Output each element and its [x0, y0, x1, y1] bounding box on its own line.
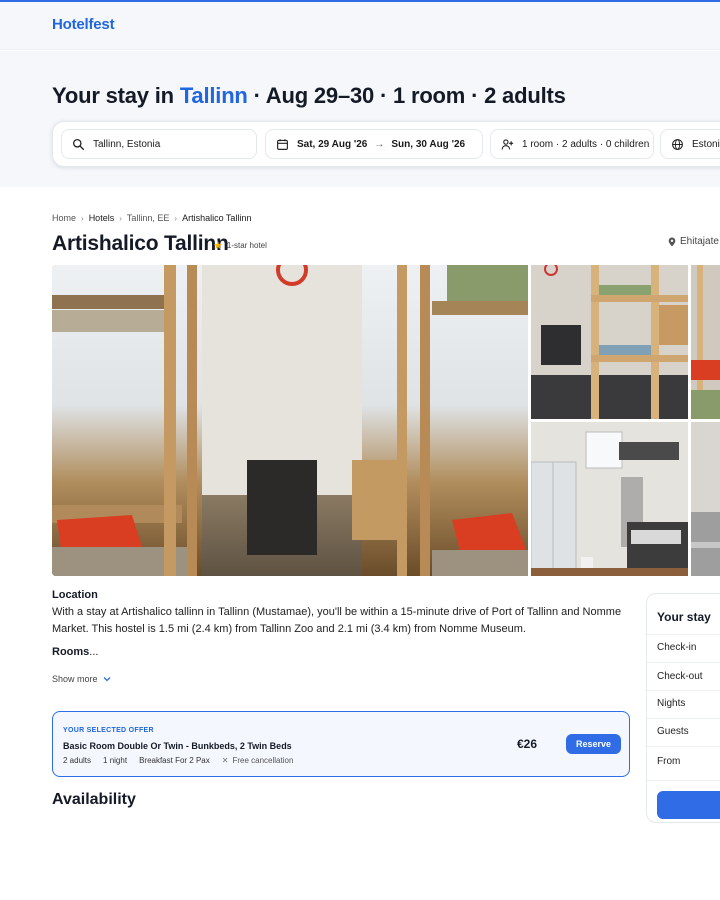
- stay-row-from: From: [657, 756, 681, 767]
- stay-row-checkout: Check-out: [657, 671, 703, 682]
- search-icon: [72, 138, 85, 150]
- rooms-label: Rooms: [52, 646, 90, 658]
- divider: [647, 746, 720, 747]
- map-pin-icon: [668, 237, 676, 246]
- hotel-rating: ★ 1-star hotel: [213, 239, 267, 252]
- destination-field[interactable]: Tallinn, Estonia: [61, 129, 257, 159]
- dates-field[interactable]: Sat, 29 Aug '26 → Sun, 30 Aug '26: [265, 129, 483, 159]
- offer-cancellation: Free cancellation: [232, 756, 294, 765]
- location-heading: Location: [52, 589, 98, 601]
- language-value: Estonia: [692, 138, 720, 150]
- gallery-photo[interactable]: [531, 422, 688, 576]
- breadcrumb-current: Artishalico Tallinn: [182, 213, 252, 223]
- rooms-heading: Rooms...: [52, 646, 98, 658]
- breadcrumb-home[interactable]: Home: [52, 213, 76, 223]
- rooms-ellipsis: ...: [89, 646, 99, 658]
- kitchen-detail-photo: [691, 422, 720, 576]
- offer-nights: 1 night: [103, 756, 128, 765]
- offer-price: €26: [517, 737, 538, 751]
- chevron-right-icon: ›: [119, 213, 122, 223]
- guests-value: 1 room · 2 adults · 0 children: [522, 138, 650, 150]
- title-prefix: Your stay in: [52, 83, 180, 108]
- search-hero: Your stay in Tallinn · Aug 29–30 · 1 roo…: [0, 51, 720, 187]
- language-field[interactable]: Estonia: [660, 129, 720, 159]
- offer-adults: 2 adults: [63, 756, 92, 765]
- breadcrumb-city[interactable]: Tallinn, EE: [127, 213, 170, 223]
- breadcrumb: Home › Hotels › Tallinn, EE › Artishalic…: [52, 213, 251, 223]
- photo-gallery: [52, 265, 720, 576]
- dorm-room-photo: [52, 265, 528, 576]
- stay-panel-title: Your stay: [657, 610, 711, 624]
- arrow-right-icon: →: [374, 138, 385, 150]
- stay-panel-button[interactable]: [657, 791, 720, 819]
- offer-tag: YOUR SELECTED OFFER: [63, 727, 154, 734]
- calendar-icon: [277, 138, 288, 150]
- checkin-value: Sat, 29 Aug '26: [297, 138, 368, 150]
- guests-icon: [501, 138, 514, 149]
- star-icon: ★: [213, 240, 223, 252]
- stay-row-nights: Nights: [657, 698, 686, 709]
- checkout-value: Sun, 30 Aug '26: [391, 138, 466, 150]
- room-detail-photo: [691, 265, 720, 419]
- bunkbed-photo: [531, 265, 688, 419]
- guests-field[interactable]: 1 room · 2 adults · 0 children: [490, 129, 654, 159]
- stay-row-guests: Guests: [657, 726, 689, 737]
- reserve-button[interactable]: Reserve: [566, 734, 621, 754]
- show-more-button[interactable]: Show more: [52, 674, 111, 684]
- breadcrumb-hotels[interactable]: Hotels: [89, 213, 115, 223]
- hotel-address[interactable]: Ehitajate: [668, 236, 719, 247]
- offer-board: Breakfast For 2 Pax: [139, 756, 210, 765]
- chevron-right-icon: ›: [81, 213, 84, 223]
- gallery-photo[interactable]: [691, 422, 720, 576]
- rating-label: 1-star hotel: [226, 241, 267, 250]
- divider: [647, 718, 720, 719]
- gallery-photo[interactable]: [531, 265, 688, 419]
- location-description: With a stay at Artishalico tallinn in Ta…: [52, 606, 622, 635]
- stay-row-checkin: Check-in: [657, 642, 697, 653]
- divider: [647, 780, 720, 781]
- divider: [647, 634, 720, 635]
- offer-room-name: Basic Room Double Or Twin - Bunkbeds, 2 …: [63, 741, 292, 751]
- your-stay-panel: Your stay Check-in Check-out Nights Gues…: [646, 593, 720, 823]
- divider: [647, 662, 720, 663]
- availability-heading: Availability: [52, 791, 136, 808]
- globe-icon: [672, 138, 683, 150]
- page-title: Your stay in Tallinn · Aug 29–30 · 1 roo…: [52, 83, 566, 109]
- chevron-right-icon: ›: [174, 213, 178, 223]
- kitchen-photo: [531, 422, 688, 576]
- title-suffix: · Aug 29–30 · 1 room · 2 adults: [247, 83, 566, 108]
- hotel-name: Artishalico Tallinn: [52, 232, 229, 255]
- search-bar: Tallinn, Estonia Sat, 29 Aug '26 → Sun, …: [52, 121, 720, 167]
- close-icon: ✕: [221, 756, 229, 765]
- main-photo[interactable]: [52, 265, 528, 576]
- address-text: Ehitajate: [680, 236, 719, 247]
- destination-value: Tallinn, Estonia: [93, 138, 161, 150]
- selected-offer-card: YOUR SELECTED OFFER Basic Room Double Or…: [52, 711, 630, 777]
- chevron-down-icon: [103, 677, 110, 682]
- offer-details: 2 adults 1 night Breakfast For 2 Pax ✕ F…: [63, 756, 305, 765]
- site-header: Hotelfest: [0, 2, 720, 50]
- gallery-photo[interactable]: [691, 265, 720, 419]
- title-city: Tallinn: [179, 83, 248, 108]
- show-more-label: Show more: [52, 674, 98, 684]
- hotelfest-logo[interactable]: Hotelfest: [52, 16, 115, 33]
- divider: [647, 690, 720, 691]
